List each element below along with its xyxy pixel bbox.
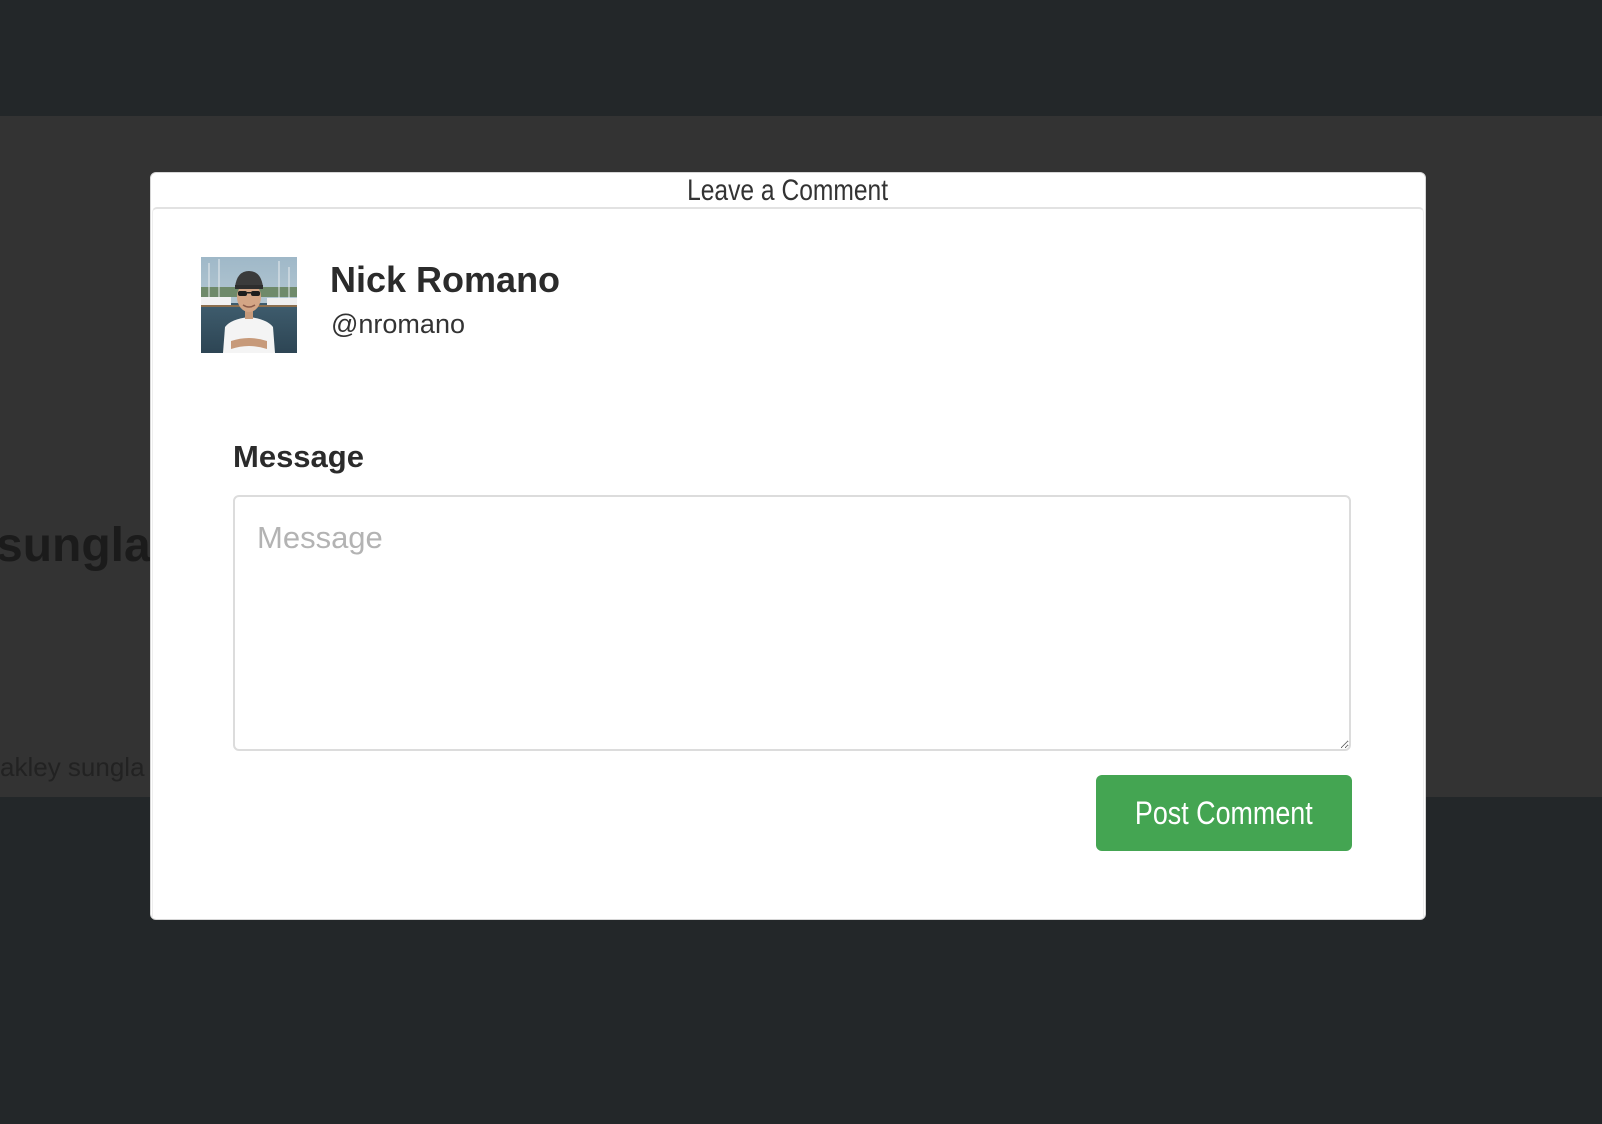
post-comment-button[interactable]: Post Comment — [1096, 775, 1352, 851]
background-text: akley sungla — [0, 752, 145, 782]
comment-modal: Leave a Comment Nick Romano @nromano Mes… — [150, 172, 1426, 920]
modal-title: Leave a Comment — [687, 174, 889, 207]
post-comment-button-label: Post Comment — [1135, 794, 1313, 831]
modal-header: Leave a Comment — [151, 173, 1425, 207]
user-name: Nick Romano — [330, 259, 561, 300]
modal-body: Nick Romano @nromano Message Post Commen… — [152, 207, 1424, 918]
user-avatar-icon — [201, 257, 297, 353]
message-label: Message — [233, 439, 364, 474]
user-handle: @nromano — [331, 309, 465, 339]
avatar — [201, 257, 297, 353]
message-textarea[interactable] — [233, 495, 1351, 751]
